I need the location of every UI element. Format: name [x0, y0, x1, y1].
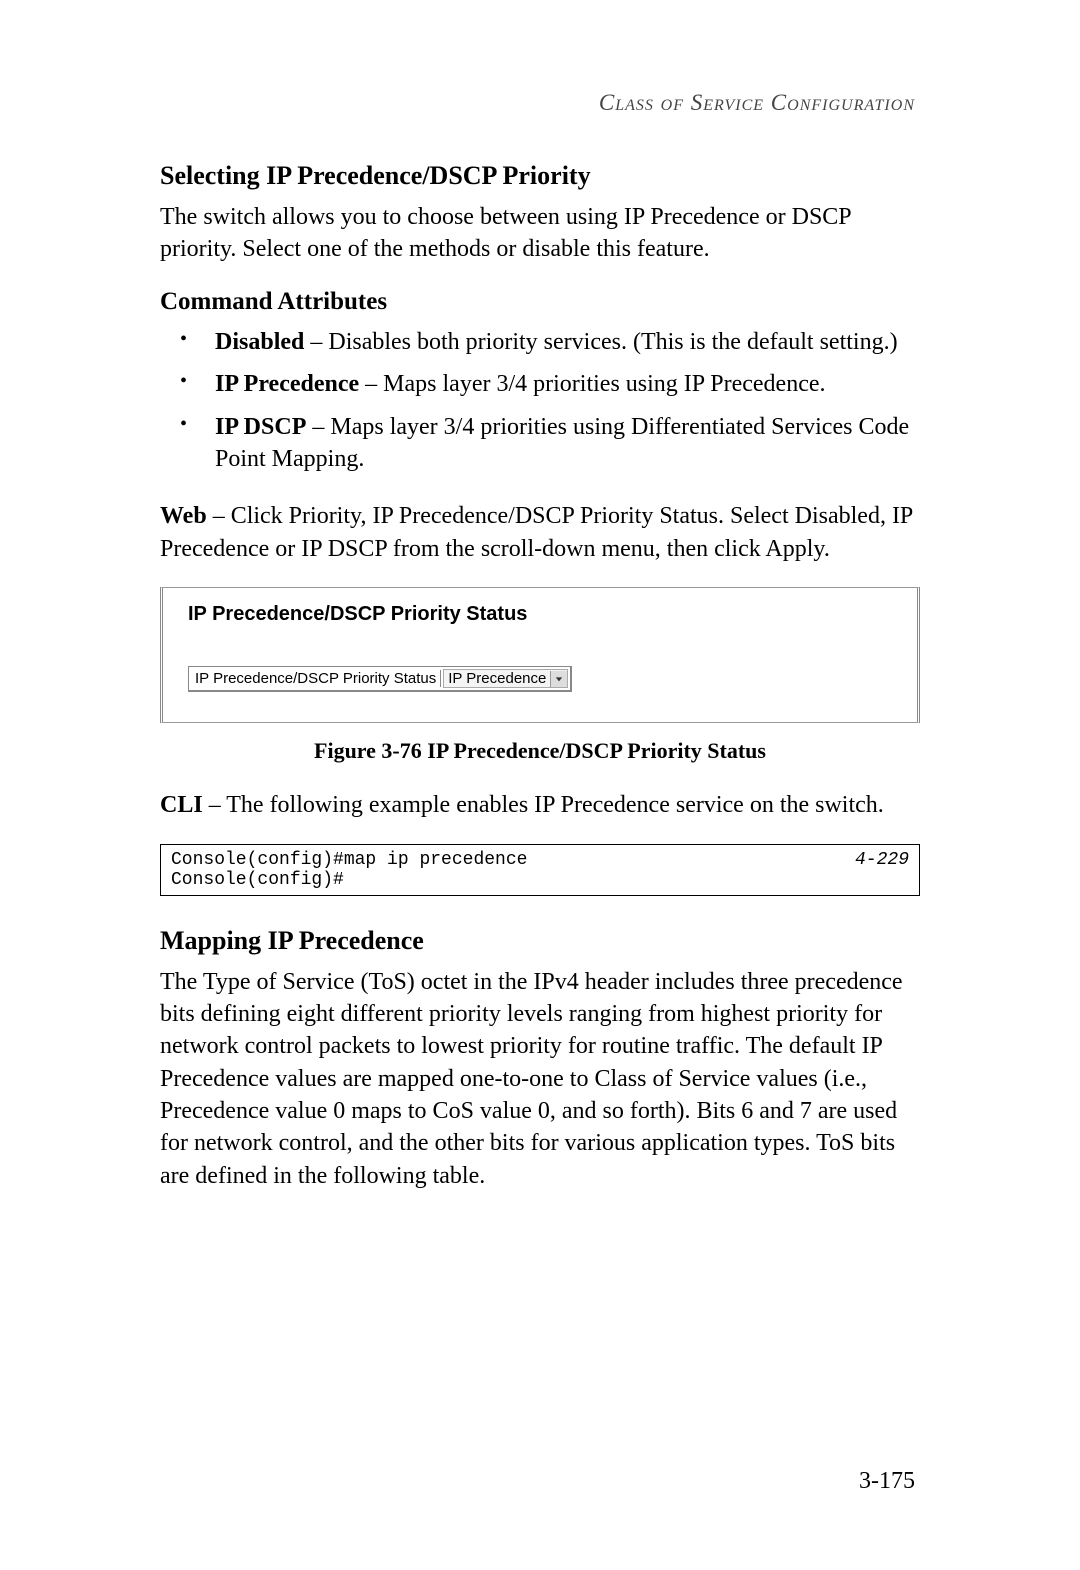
cli-lines: Console(config)#map ip precedence Consol… [171, 850, 527, 890]
select-value: IP Precedence [444, 670, 550, 687]
form-label: IP Precedence/DSCP Priority Status [191, 670, 441, 687]
running-header: Class of Service Configuration [160, 90, 920, 116]
figure-caption: Figure 3-76 IP Precedence/DSCP Priority … [160, 738, 920, 764]
command-attributes-list: Disabled – Disables both priority servic… [160, 326, 920, 476]
attr-desc: – Maps layer 3/4 priorities using IP Pre… [359, 371, 825, 397]
list-item: IP Precedence – Maps layer 3/4 prioritie… [160, 368, 920, 400]
attr-term: Disabled [215, 329, 304, 355]
cli-example: Console(config)#map ip precedence Consol… [160, 844, 920, 896]
web-instructions: Web – Click Priority, IP Precedence/DSCP… [160, 500, 920, 565]
cli-desc: – The following example enables IP Prece… [203, 792, 884, 818]
section-title-mapping: Mapping IP Precedence [160, 926, 920, 956]
command-attributes-heading: Command Attributes [160, 288, 920, 316]
form-row: IP Precedence/DSCP Priority Status IP Pr… [188, 666, 572, 692]
web-desc: – Click Priority, IP Precedence/DSCP Pri… [160, 503, 912, 561]
dropdown-arrow-icon[interactable] [550, 671, 567, 687]
attr-term: IP DSCP [215, 414, 306, 440]
cli-lead: CLI [160, 792, 203, 818]
attr-term: IP Precedence [215, 371, 359, 397]
panel-title: IP Precedence/DSCP Priority Status [188, 603, 892, 626]
list-item: IP DSCP – Maps layer 3/4 priorities usin… [160, 411, 920, 476]
section-body-mapping: The Type of Service (ToS) octet in the I… [160, 966, 920, 1193]
cli-reference: 4-229 [855, 850, 909, 890]
section-intro: The switch allows you to choose between … [160, 201, 920, 266]
figure-screenshot: IP Precedence/DSCP Priority Status IP Pr… [160, 587, 920, 723]
page-number: 3-175 [859, 1468, 915, 1495]
section-title-selecting: Selecting IP Precedence/DSCP Priority [160, 161, 920, 191]
attr-desc: – Disables both priority services. (This… [304, 329, 897, 355]
priority-status-select[interactable]: IP Precedence [443, 669, 568, 688]
attr-desc: – Maps layer 3/4 priorities using Differ… [215, 414, 909, 472]
list-item: Disabled – Disables both priority servic… [160, 326, 920, 358]
cli-instructions: CLI – The following example enables IP P… [160, 789, 920, 821]
web-lead: Web [160, 503, 207, 529]
